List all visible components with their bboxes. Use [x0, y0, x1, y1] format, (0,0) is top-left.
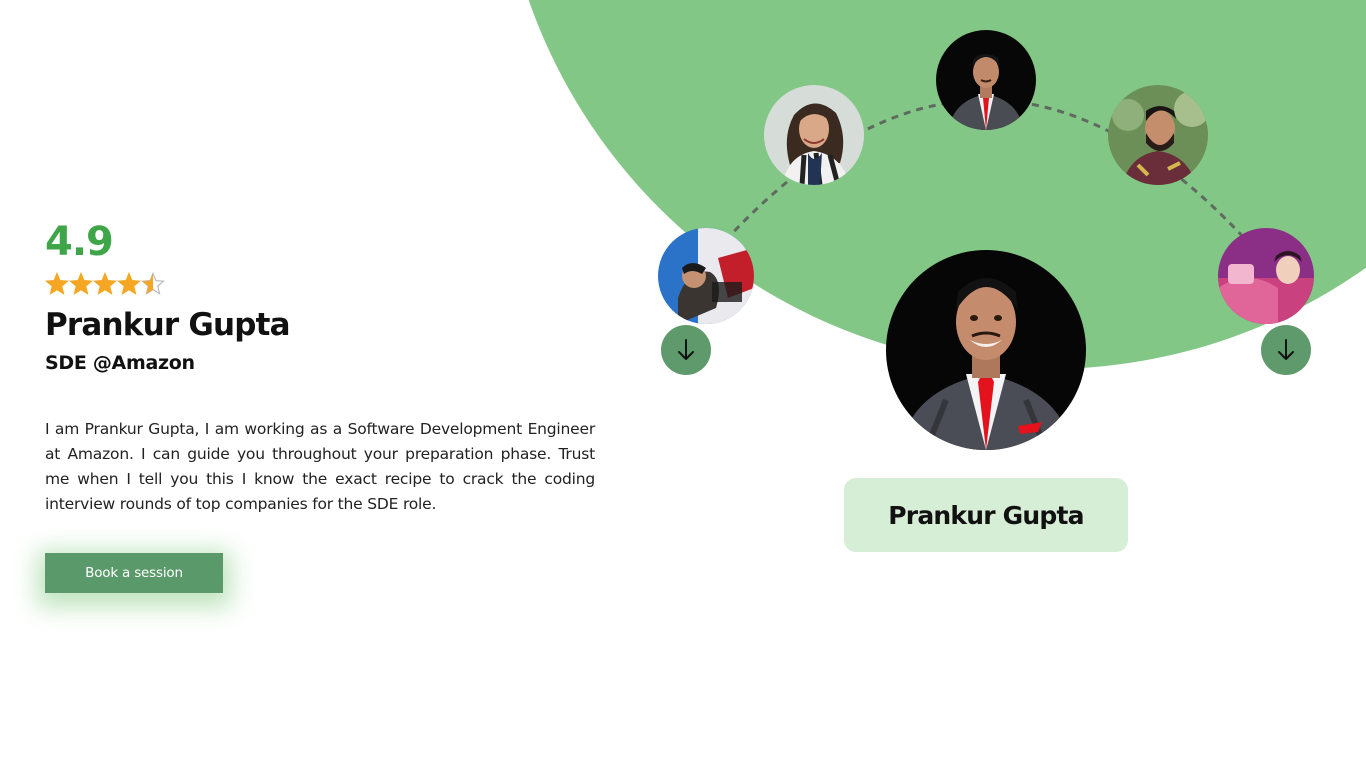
avatar-photo-icon: [936, 30, 1036, 130]
mentor-avatar-right-partial[interactable]: [1218, 228, 1314, 324]
mentor-avatar-prankur-top[interactable]: [936, 30, 1036, 130]
selected-mentor-name-card: Prankur Gupta: [844, 478, 1128, 552]
avatar-photo-icon: [764, 85, 864, 185]
prev-mentor-button[interactable]: [661, 325, 711, 375]
avatar-photo-icon: [1218, 228, 1314, 324]
selected-mentor-avatar: [886, 250, 1086, 450]
avatar-photo-icon: [658, 228, 754, 324]
next-mentor-button[interactable]: [1261, 325, 1311, 375]
arrow-down-icon: [1278, 339, 1294, 360]
avatar-photo-icon: [1108, 85, 1208, 185]
profile-details: 4.9 Prankur Gupta SDE @Amazon I am Prank…: [45, 218, 597, 593]
mentor-profile-page: 4.9 Prankur Gupta SDE @Amazon I am Prank…: [0, 0, 1366, 768]
arrow-down-icon: [678, 339, 694, 360]
selected-mentor-name: Prankur Gupta: [888, 500, 1084, 530]
mentor-avatar-woman[interactable]: [764, 85, 864, 185]
rating-value: 4.9: [45, 219, 114, 265]
star-icon: [117, 272, 141, 295]
avatar-photo-icon: [886, 250, 1086, 450]
book-session-button[interactable]: Book a session: [45, 553, 223, 593]
mentor-avatar-man-beard[interactable]: [1108, 85, 1208, 185]
mentor-avatar-left-partial[interactable]: [658, 228, 754, 324]
mentor-name: Prankur Gupta: [45, 307, 291, 343]
star-icon: [45, 272, 69, 295]
star-icon: [141, 272, 165, 295]
star-icon: [93, 272, 117, 295]
star-rating: [45, 272, 597, 296]
star-icon: [69, 272, 93, 295]
mentor-description: I am Prankur Gupta, I am working as a So…: [45, 420, 595, 513]
mentor-role: SDE @Amazon: [45, 352, 195, 374]
